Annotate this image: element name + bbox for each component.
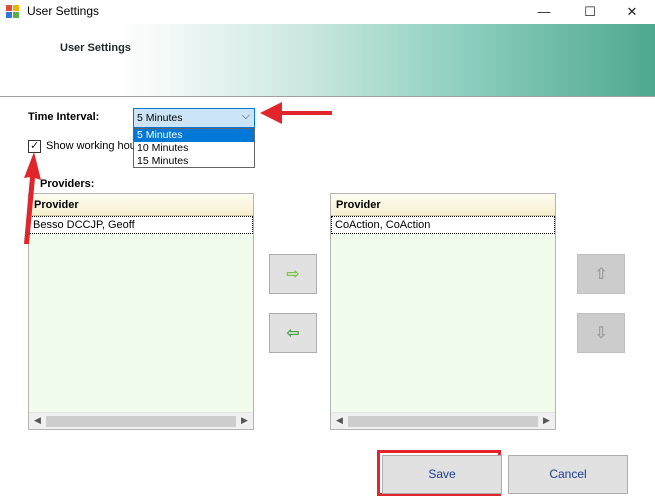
scroll-left-icon[interactable]: ◀ <box>331 415 348 426</box>
maximize-button[interactable]: ☐ <box>567 0 613 24</box>
remove-provider-button[interactable]: ⇦ <box>269 313 317 353</box>
selected-providers-list[interactable]: Provider CoAction, CoAction ◀ ▶ <box>330 193 556 430</box>
add-provider-button[interactable]: ⇨ <box>269 254 317 294</box>
dropdown-option-15-minutes[interactable]: 15 Minutes <box>134 155 254 168</box>
list-item[interactable]: Besso DCCJP, Geoff <box>29 216 253 234</box>
arrow-up-icon: ⇧ <box>594 266 608 283</box>
scroll-thumb[interactable] <box>46 416 236 427</box>
working-hours-label: Show working hou <box>46 140 134 152</box>
time-interval-combobox[interactable]: 5 Minutes ⌵ <box>133 108 255 128</box>
banner-divider <box>0 96 655 97</box>
arrow-right-icon: ⇨ <box>286 266 300 283</box>
dropdown-option-5-minutes[interactable]: 5 Minutes <box>134 129 254 142</box>
left-list-header[interactable]: Provider <box>29 194 253 216</box>
scroll-thumb[interactable] <box>348 416 538 427</box>
arrow-down-icon: ⇩ <box>594 325 608 342</box>
horizontal-scrollbar[interactable]: ◀ ▶ <box>29 412 253 429</box>
save-button[interactable]: Save <box>382 455 502 494</box>
minimize-button[interactable]: — <box>521 0 567 24</box>
time-interval-dropdown: 5 Minutes 10 Minutes 15 Minutes <box>133 128 255 168</box>
move-up-button[interactable]: ⇧ <box>577 254 625 294</box>
time-interval-label: Time Interval: <box>28 111 100 123</box>
horizontal-scrollbar[interactable]: ◀ ▶ <box>331 412 555 429</box>
scroll-right-icon[interactable]: ▶ <box>538 415 555 426</box>
time-interval-value: 5 Minutes <box>137 112 183 124</box>
title-bar: User Settings — ☐ ✕ <box>0 0 655 24</box>
move-down-button[interactable]: ⇩ <box>577 313 625 353</box>
available-providers-list[interactable]: Provider Besso DCCJP, Geoff ◀ ▶ <box>28 193 254 430</box>
close-button[interactable]: ✕ <box>609 0 655 24</box>
list-item-label: CoAction, CoAction <box>335 219 431 231</box>
right-list-header[interactable]: Provider <box>331 194 555 216</box>
banner-title: User Settings <box>60 42 131 54</box>
chevron-down-icon[interactable]: ⌵ <box>242 110 250 123</box>
header-banner: User Settings <box>0 24 655 96</box>
window-title: User Settings <box>27 4 100 18</box>
app-icon <box>6 5 20 19</box>
annotation-arrow-icon <box>24 152 41 244</box>
scroll-left-icon[interactable]: ◀ <box>29 415 46 426</box>
list-item[interactable]: CoAction, CoAction <box>331 216 555 234</box>
cancel-button[interactable]: Cancel <box>508 455 628 494</box>
dropdown-option-10-minutes[interactable]: 10 Minutes <box>134 142 254 155</box>
annotation-arrow-icon <box>260 102 332 124</box>
right-list-header-label: Provider <box>336 199 381 211</box>
arrow-left-icon: ⇦ <box>286 325 300 342</box>
scroll-right-icon[interactable]: ▶ <box>236 415 253 426</box>
